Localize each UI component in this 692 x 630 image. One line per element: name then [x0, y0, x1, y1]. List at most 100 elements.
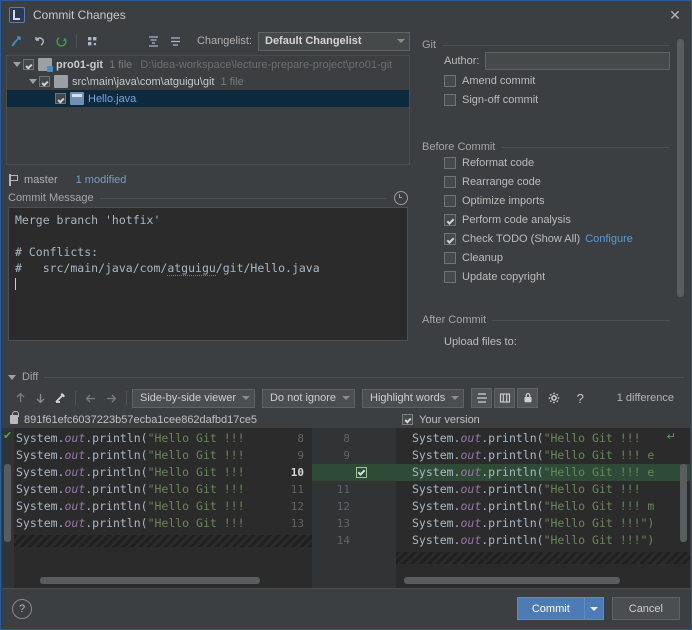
option-label: Optimize imports: [462, 195, 545, 207]
your-version-header[interactable]: Your version: [402, 414, 480, 426]
option-checkbox[interactable]: [444, 94, 456, 106]
diff-right-pane[interactable]: System.out.println("Hello Git !!! System.…: [396, 428, 690, 588]
collapse-unchanged-icon[interactable]: [471, 388, 492, 408]
before-commit-group: Before Commit Reformat codeRearrange cod…: [422, 141, 670, 286]
tree-row[interactable]: src\main\java\com\atguigu\git1 file: [7, 73, 409, 90]
chevron-down-icon: [242, 396, 250, 400]
code-line: System.out.println("Hello Git !!!: [16, 515, 245, 532]
line-number: 12: [278, 498, 304, 515]
option-checkbox[interactable]: [444, 157, 456, 169]
option-row[interactable]: Amend commit: [422, 71, 670, 90]
commit-message-line: [15, 228, 401, 244]
next-file-icon[interactable]: [101, 388, 121, 408]
line-number: 11: [324, 481, 350, 498]
option-label: Sign-off commit: [462, 94, 538, 106]
right-vertical-scrollbar-thumb[interactable]: [680, 464, 687, 542]
show-whitespaces-icon[interactable]: [494, 388, 515, 408]
revert-icon[interactable]: [28, 31, 50, 51]
code-line: System.out.println("Hello Git !!!"): [412, 532, 654, 549]
left-vertical-scrollbar-thumb[interactable]: [4, 464, 11, 542]
option-label: Amend commit: [462, 75, 535, 87]
difference-count: 1 difference: [617, 392, 682, 404]
option-row[interactable]: Rearrange code: [422, 172, 670, 191]
next-difference-icon[interactable]: [30, 388, 50, 408]
option-row[interactable]: Sign-off commit: [422, 90, 670, 109]
read-only-lock-icon[interactable]: [517, 388, 538, 408]
right-horizontal-scrollbar[interactable]: [404, 577, 620, 584]
option-row[interactable]: Optimize imports: [422, 191, 670, 210]
modified-count[interactable]: 1 modified: [76, 174, 127, 186]
previous-difference-icon[interactable]: [10, 388, 30, 408]
option-checkbox[interactable]: [444, 195, 456, 207]
option-checkbox[interactable]: [444, 233, 456, 245]
your-version-checkbox[interactable]: [402, 414, 413, 425]
option-checkbox[interactable]: [444, 176, 456, 188]
diff-left-pane[interactable]: ✔ System.out.println("Hello Git !!!Syste…: [2, 428, 312, 588]
cancel-button[interactable]: Cancel: [612, 597, 680, 620]
line-number: 13: [278, 515, 304, 532]
highlight-mode-combobox[interactable]: Highlight words: [362, 389, 464, 408]
previous-file-icon[interactable]: [81, 388, 101, 408]
after-commit-header: After Commit: [422, 314, 670, 326]
tree-row[interactable]: Hello.java: [7, 90, 409, 107]
history-clock-icon[interactable]: [394, 191, 408, 205]
option-row[interactable]: Check TODO (Show All)Configure: [422, 229, 670, 248]
chevron-down-icon[interactable]: [27, 79, 39, 84]
close-icon[interactable]: ✕: [667, 7, 683, 23]
tree-row-meta: 1 file: [220, 76, 243, 88]
options-scrollbar-thumb[interactable]: [677, 39, 684, 297]
tree-row-checkbox[interactable]: [23, 59, 34, 70]
options-scrollbar[interactable]: [676, 35, 685, 335]
changes-column: Changelist: Default Changelist pro01-git…: [2, 29, 414, 369]
changed-files-tree[interactable]: pro01-git1 fileD:\idea-workspace\lecture…: [6, 55, 410, 165]
option-row[interactable]: Reformat code: [422, 153, 670, 172]
code-line: System.out.println("Hello Git !!!: [412, 481, 654, 498]
accept-change-checkbox[interactable]: [356, 467, 367, 478]
intellij-idea-logo-icon: [9, 7, 25, 23]
dialog-body: Changelist: Default Changelist pro01-git…: [2, 29, 690, 588]
accept-change-icon[interactable]: ✔: [3, 431, 12, 442]
option-checkbox[interactable]: [444, 75, 456, 87]
accept-change-arrow-icon[interactable]: ↵: [667, 432, 676, 443]
left-revision-hash: 891f61efc6037223b57ecba1cee862dafbd17ce5: [24, 414, 257, 426]
collapse-all-icon[interactable]: [165, 31, 187, 51]
tree-row-checkbox[interactable]: [55, 93, 66, 104]
refresh-changes-icon[interactable]: [6, 31, 28, 51]
line-number: 13: [324, 515, 350, 532]
chevron-down-icon: [342, 396, 350, 400]
your-version-label: Your version: [419, 414, 480, 426]
viewer-mode-combobox[interactable]: Side-by-side viewer: [132, 389, 255, 408]
viewer-mode-value: Side-by-side viewer: [140, 392, 236, 404]
line-number: 10: [278, 464, 304, 481]
commit-message-input[interactable]: Merge branch 'hotfix'# Conflicts:# src/m…: [8, 207, 408, 341]
dialog-title: Commit Changes: [33, 8, 126, 22]
author-input[interactable]: [485, 52, 670, 70]
configure-link[interactable]: Configure: [585, 233, 633, 245]
option-checkbox[interactable]: [444, 252, 456, 264]
ignore-mode-combobox[interactable]: Do not ignore: [262, 389, 355, 408]
diff-revision-bar: 891f61efc6037223b57ecba1cee862dafbd17ce5…: [2, 411, 690, 428]
question-icon[interactable]: ?: [570, 388, 590, 408]
option-checkbox[interactable]: [444, 271, 456, 283]
commit-button[interactable]: Commit: [517, 597, 585, 620]
code-line: System.out.println("Hello Git !!!"): [412, 515, 654, 532]
author-row: Author:: [422, 51, 670, 71]
gear-icon[interactable]: [544, 388, 564, 408]
option-row[interactable]: Update copyright: [422, 267, 670, 286]
help-button[interactable]: ?: [12, 599, 32, 619]
option-row[interactable]: Perform code analysis: [422, 210, 670, 229]
group-by-icon[interactable]: [81, 31, 103, 51]
changelist-combobox[interactable]: Default Changelist: [258, 32, 410, 51]
commit-dropdown-button[interactable]: [585, 597, 604, 620]
edit-source-icon[interactable]: [50, 388, 70, 408]
rollback-icon[interactable]: [50, 31, 72, 51]
expand-all-icon[interactable]: [143, 31, 165, 51]
option-checkbox[interactable]: [444, 214, 456, 226]
chevron-down-icon[interactable]: [11, 62, 23, 67]
option-row[interactable]: Cleanup: [422, 248, 670, 267]
tree-row[interactable]: pro01-git1 fileD:\idea-workspace\lecture…: [7, 56, 409, 73]
tree-row-checkbox[interactable]: [39, 76, 50, 87]
left-horizontal-scrollbar[interactable]: [40, 577, 260, 584]
commit-changes-dialog: Commit Changes ✕: [0, 0, 692, 630]
diff-section-header[interactable]: Diff: [2, 369, 690, 385]
